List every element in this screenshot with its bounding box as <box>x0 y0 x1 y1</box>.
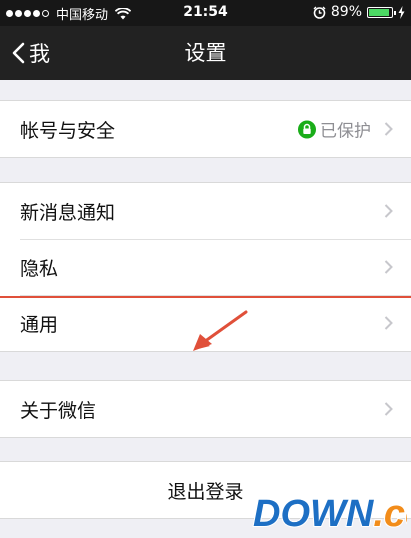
back-button-label: 我 <box>29 42 50 66</box>
privacy-label: 隐私 <box>20 257 59 280</box>
highlight-line <box>0 296 411 298</box>
chevron-right-icon <box>384 204 393 218</box>
chevron-right-icon <box>384 402 393 416</box>
battery-fill <box>369 8 389 16</box>
watermark-logo: DOWN.cc <box>252 492 407 534</box>
account-security-label: 帐号与安全 <box>20 119 116 142</box>
chevron-right-icon <box>384 260 393 274</box>
back-button[interactable]: 我 <box>12 26 50 80</box>
watermark-secondary: .cc <box>373 493 407 534</box>
battery-icon <box>367 6 396 18</box>
chevron-right-icon <box>384 316 393 330</box>
notifications-row[interactable]: 新消息通知 <box>0 183 411 239</box>
charging-icon <box>398 5 405 19</box>
page-title: 设置 <box>184 41 227 65</box>
general-label: 通用 <box>20 313 59 336</box>
account-status: 已保护 <box>298 117 371 142</box>
about-label: 关于微信 <box>20 399 97 422</box>
notifications-label: 新消息通知 <box>20 201 116 224</box>
status-right: 89% <box>313 4 405 20</box>
about-group: 关于微信 <box>0 380 411 438</box>
chevron-right-icon <box>384 122 393 136</box>
navigation-bar: 设置 我 <box>0 26 411 80</box>
account-group: 帐号与安全 已保护 <box>0 100 411 158</box>
account-security-row[interactable]: 帐号与安全 已保护 <box>0 101 411 157</box>
status-bar: 中国移动 21:54 89% <box>0 0 411 26</box>
about-row[interactable]: 关于微信 <box>0 381 411 437</box>
lock-icon <box>298 120 316 138</box>
battery-percent: 89% <box>330 4 362 20</box>
battery-tip <box>394 10 396 15</box>
account-status-text: 已保护 <box>320 121 371 142</box>
alarm-icon <box>313 6 326 19</box>
watermark-primary: DOWN <box>253 493 375 534</box>
svg-text:DOWN.cc: DOWN.cc <box>253 493 407 534</box>
annotation-arrow-icon <box>193 310 248 351</box>
chevron-left-icon <box>12 42 25 64</box>
settings-screen: 中国移动 21:54 89% 设置 我 帐号与安全 已保护 新消息通知 隐私 通… <box>0 0 411 538</box>
privacy-row[interactable]: 隐私 <box>0 239 411 295</box>
